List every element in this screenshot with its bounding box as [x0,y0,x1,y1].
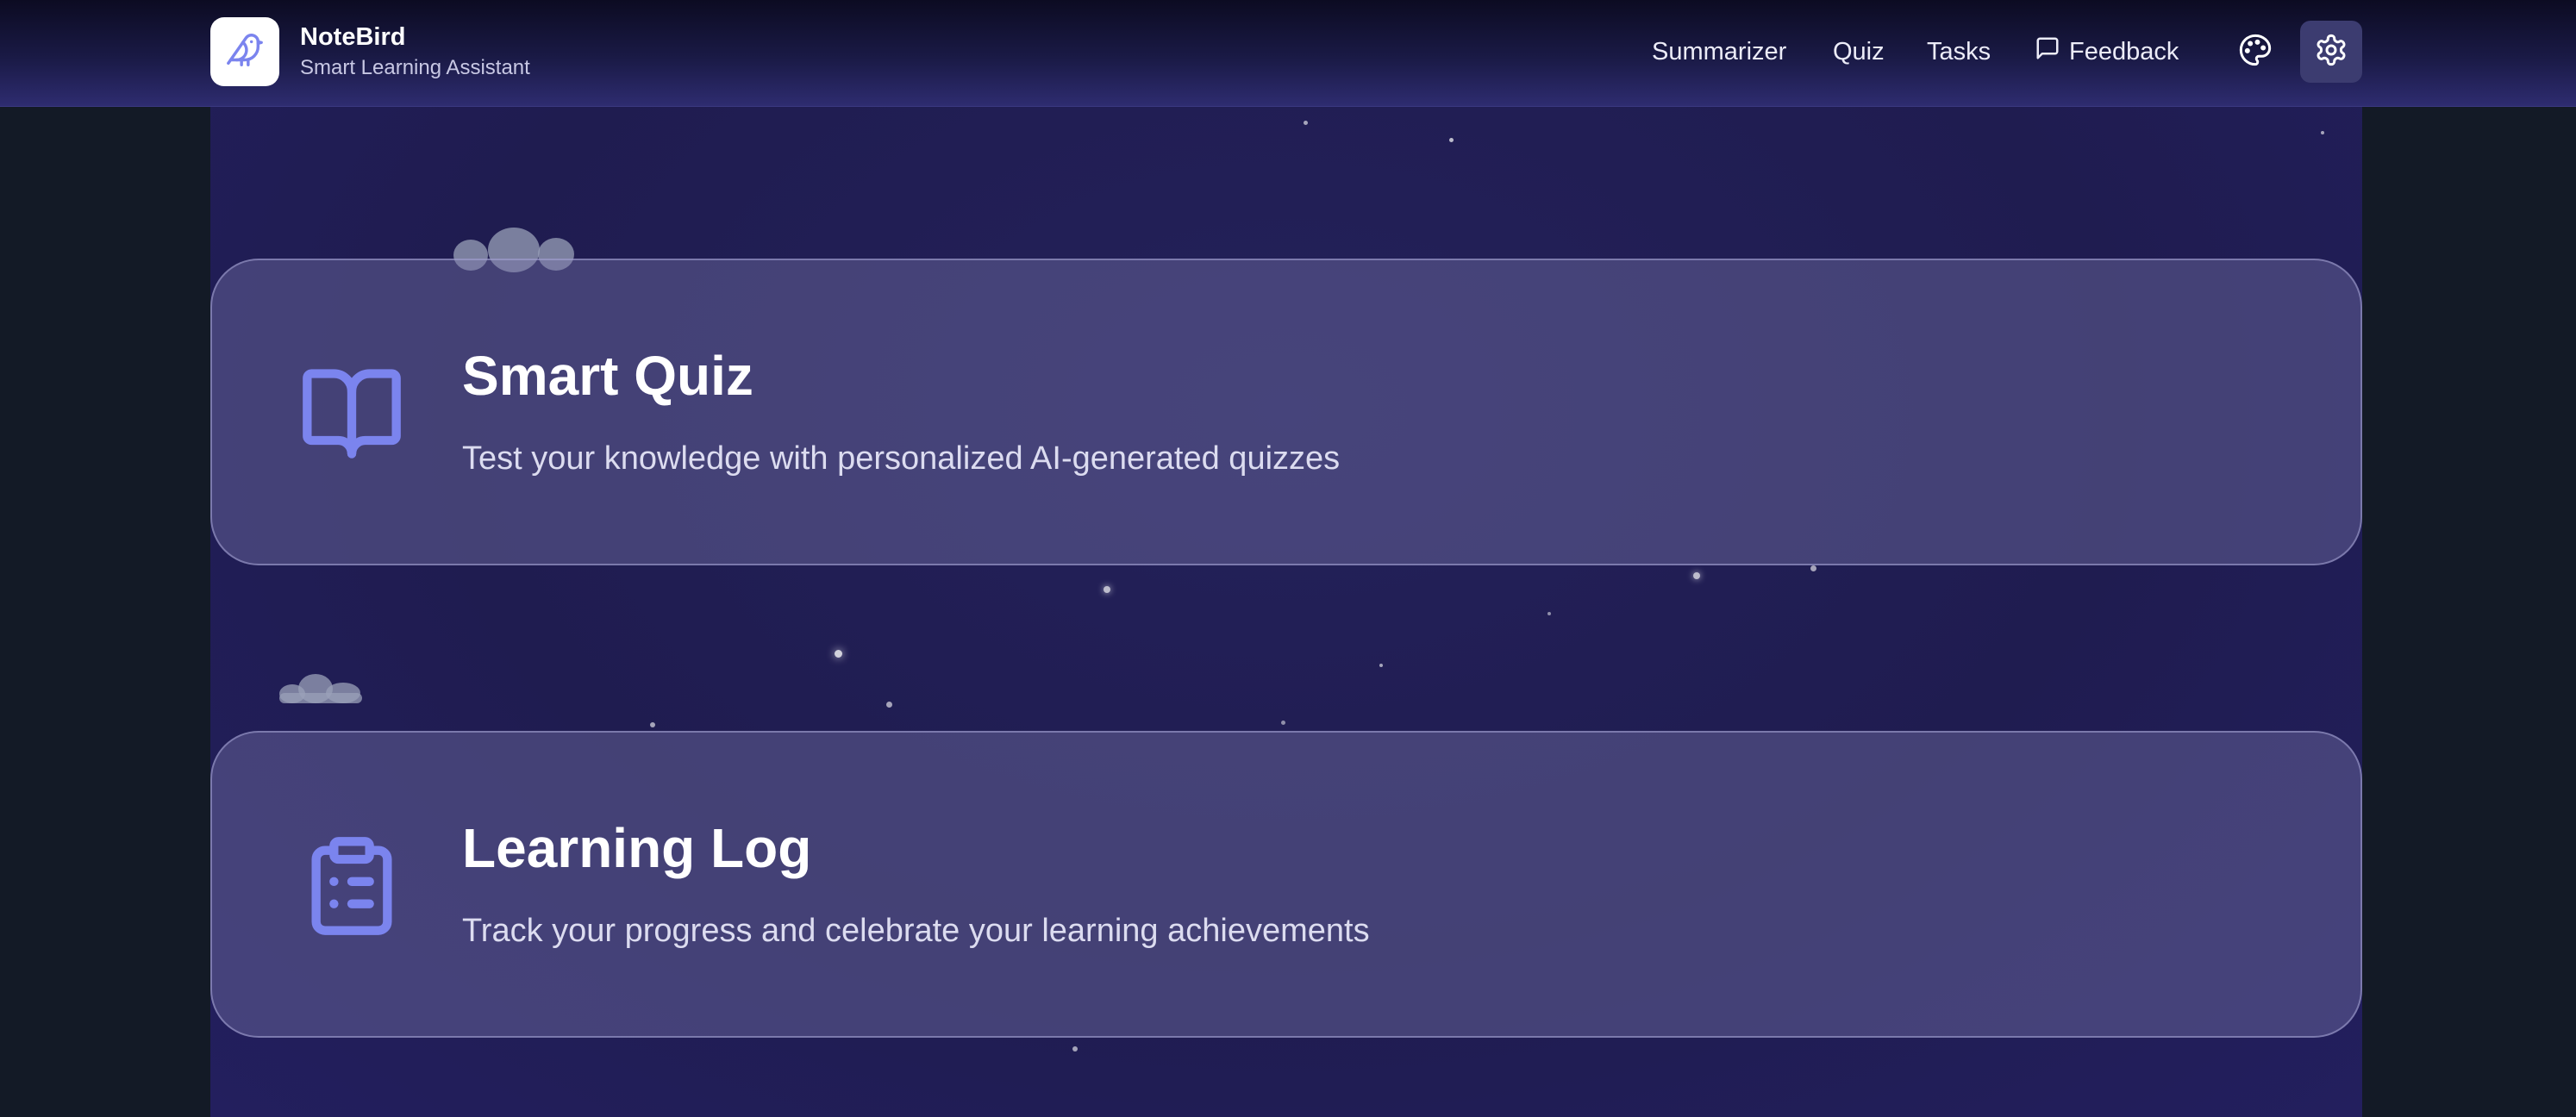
clipboard-list-icon [298,833,405,939]
app-name: NoteBird [300,23,406,51]
star-decoration [1547,612,1551,615]
app-tagline: Smart Learning Assistant [300,56,530,79]
settings-button[interactable] [2300,21,2362,83]
card-title: Learning Log [462,817,812,879]
nav-quiz[interactable]: Quiz [1833,21,1885,83]
star-decoration [1693,572,1700,579]
star-decoration [886,702,892,708]
star-decoration [1304,121,1308,125]
book-open-icon [298,360,405,467]
palette-icon [2238,33,2273,72]
card-description: Track your progress and celebrate your l… [462,913,1370,949]
star-decoration [1072,1046,1078,1051]
main-content: Smart Quiz Test your knowledge with pers… [210,107,2362,1117]
top-navbar: NoteBird Smart Learning Assistant Summar… [0,0,2576,107]
star-decoration [1104,586,1110,593]
logo [210,17,279,86]
cloud-decoration [453,228,578,272]
nav-tasks[interactable]: Tasks [1927,21,1991,83]
star-decoration [650,722,655,727]
smart-quiz-card[interactable]: Smart Quiz Test your knowledge with pers… [210,259,2362,565]
star-decoration [1281,721,1285,725]
star-decoration [1379,664,1383,667]
card-description: Test your knowledge with personalized AI… [462,440,1341,477]
star-decoration [835,650,842,658]
theme-button[interactable] [2224,21,2286,83]
star-decoration [2321,131,2324,134]
gear-icon [2314,33,2348,72]
nav-feedback[interactable]: Feedback [2035,21,2179,83]
star-decoration [1449,138,1454,142]
brand[interactable]: NoteBird Smart Learning Assistant [210,17,530,86]
nav-feedback-label: Feedback [2069,37,2179,66]
cloud-decoration [279,672,366,703]
message-square-icon [2035,35,2069,68]
learning-log-card[interactable]: Learning Log Track your progress and cel… [210,731,2362,1038]
bird-icon [225,30,265,74]
app-root: NoteBird Smart Learning Assistant Summar… [0,0,2576,1117]
star-decoration [1810,565,1816,571]
card-title: Smart Quiz [462,345,753,407]
nav-summarizer[interactable]: Summarizer [1652,21,1786,83]
